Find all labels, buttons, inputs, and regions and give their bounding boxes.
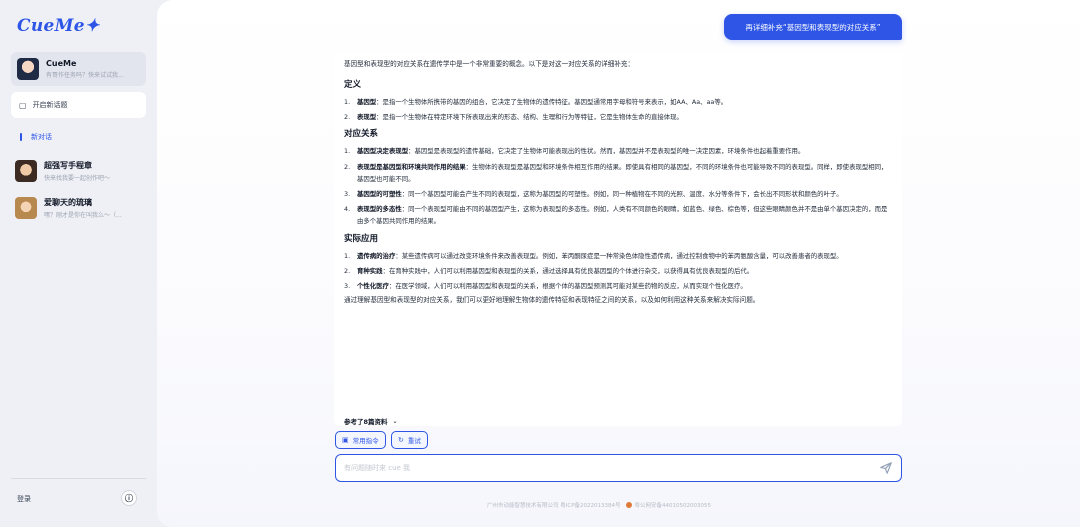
chat-item-writer[interactable]: 超强写手程章 快来找我要一起创作吧～ [15, 158, 145, 184]
common-commands-label: 常用指令 [352, 437, 379, 445]
current-chat-card[interactable]: CueMe 有哥作任务吗？快来试试我... [11, 52, 146, 86]
answer-outro: 通过理解基因型和表现型的对应关系，我们可以更好地理解生物体的遗传特征和表现特征之… [344, 296, 760, 305]
list-item: 1. 遗传病的治疗：某些遗传病可以通过改变环境条件来改善表现型。例如，苯丙酮尿症是… [344, 251, 843, 260]
references-toggle[interactable]: 参考了8篇资料 ⌄ [344, 416, 398, 427]
user-message: 再详细补充“基因型和表现型的对应关系” [724, 14, 902, 40]
sidebar-divider [11, 478, 146, 479]
references-label: 参考了8篇资料 [344, 418, 388, 426]
definition-list: 1. 基因型：是指一个生物体所携带的基因的组合，它决定了生物体的遗传特征。基因型通… [344, 96, 892, 123]
app-root: CueMe✦ CueMe 有哥作任务吗？快来试试我... ▢ 开启新话题 新对话… [0, 0, 1080, 527]
list-item: 4. 表现型的多态性：同一个表现型可能由不同的基因型产生，这称为表现型的多态性。例… [344, 205, 888, 226]
command-icon: ▣ [342, 436, 349, 444]
list-item: 2. 表现型：是指一个生物体在特定环境下所表现出来的形态、结构、生理和行为等特征，… [344, 113, 683, 122]
cueme-avatar [17, 58, 39, 80]
section-title-definition: 定义 [344, 80, 362, 90]
new-topic-label: 开启新话题 [32, 101, 68, 109]
info-icon[interactable]: ⓘ [121, 490, 137, 506]
refresh-icon: ↻ [398, 436, 404, 444]
police-text[interactable]: 粤公网安备44010502003055 [635, 501, 712, 509]
section-new-chat[interactable]: 新对话 [20, 132, 52, 142]
section-title-application: 实际应用 [344, 233, 379, 244]
message-input-box[interactable] [335, 454, 902, 482]
application-list: 1. 遗传病的治疗：某些遗传病可以通过改变环境条件来改善表现型。例如，苯丙酮尿症是… [344, 250, 892, 293]
writer-avatar [15, 160, 37, 182]
relation-list: 1. 基因型决定表现型：基因型是表现型的遗传基础，它决定了生物体可能表现出的性状。… [344, 145, 892, 227]
liuli-avatar [15, 197, 37, 219]
list-item: 3. 个性化医疗：在医学领域，人们可以利用基因型和表现型的关系，根据个体的基因型预… [344, 282, 747, 291]
active-indicator [20, 133, 22, 141]
chat-name: 爱聊天的琉璃 [44, 198, 92, 207]
assistant-answer: 基因型和表现型的对应关系在遗传学中是一个非常重要的概念。以下是对这一对应关系的详… [334, 52, 902, 426]
chat-name: CueMe [46, 59, 77, 68]
common-commands-button[interactable]: ▣ 常用指令 [335, 431, 386, 449]
chat-name: 超强写手程章 [44, 161, 92, 170]
message-input[interactable] [344, 464, 879, 472]
list-item: 1. 基因型决定表现型：基因型是表现型的遗传基础，它决定了生物体可能表现出的性状。… [344, 147, 805, 156]
section-label-text: 新对话 [31, 133, 52, 141]
send-icon[interactable] [879, 461, 893, 475]
list-item: 3. 基因型的可塑性：同一个基因型可能会产生不同的表现型，这称为基因型的可塑性。例… [344, 190, 843, 199]
police-badge-icon [625, 502, 632, 508]
list-item: 2. 表现型是基因型和环境共同作用的结果：生物体的表现型是基因型和环境条件相互作用… [344, 162, 888, 183]
chat-item-liuli[interactable]: 爱聊天的琉璃 嘿？刚才是你在叫我么～（... [15, 195, 145, 221]
chat-preview: 有哥作任务吗？快来试试我... [46, 72, 124, 79]
chat-preview: 嘿？刚才是你在叫我么～（... [44, 212, 122, 219]
chevron-down-icon: ⌄ [392, 417, 398, 425]
icp-text[interactable]: 广州市动能智慧技术有限公司 粤ICP备2022013384号 [487, 501, 621, 509]
new-topic-button[interactable]: ▢ 开启新话题 [11, 92, 146, 118]
list-item: 1. 基因型：是指一个生物体所携带的基因的组合，它决定了生物体的遗传特征。基因型通… [344, 98, 728, 106]
app-logo[interactable]: CueMe✦ [17, 16, 146, 42]
retry-button[interactable]: ↻ 重试 [391, 431, 428, 449]
main-panel: 再详细补充“基因型和表现型的对应关系” 基因型和表现型的对应关系在遗传学中是一个… [157, 0, 1080, 527]
new-chat-icon: ▢ [19, 100, 27, 110]
retry-label: 重试 [407, 437, 421, 445]
footer: 广州市动能智慧技术有限公司 粤ICP备2022013384号 粤公网安备4401… [487, 501, 711, 509]
sidebar: CueMe✦ CueMe 有哥作任务吗？快来试试我... ▢ 开启新话题 新对话… [0, 0, 157, 527]
list-item: 2. 育种实践：在育种实践中，人们可以利用基因型和表现型的关系，通过选择具有优良基… [344, 266, 754, 275]
answer-intro: 基因型和表现型的对应关系在遗传学中是一个非常重要的概念。以下是对这一对应关系的详… [344, 60, 635, 68]
section-title-relation: 对应关系 [344, 129, 379, 140]
login-link[interactable]: 登录 [17, 494, 31, 504]
chat-preview: 快来找我要一起创作吧～ [44, 175, 111, 182]
